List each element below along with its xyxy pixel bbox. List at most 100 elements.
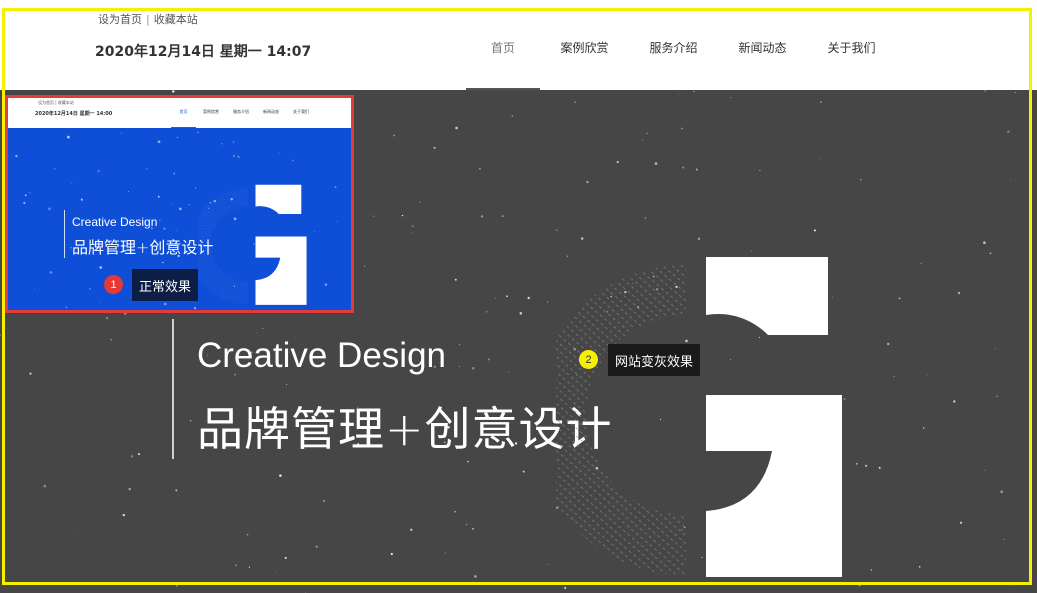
star-dot [887,342,890,346]
star-dot [1007,130,1010,133]
star-dot [279,474,282,477]
star-dot [0,334,1,336]
star-dot [286,383,288,386]
star-dot [172,90,175,93]
star-dot [34,287,35,289]
star-dot [138,453,140,456]
star-dot [480,215,484,218]
annotation-badge-2: 2 [579,350,598,369]
bookmark-link[interactable]: 收藏本站 [154,13,198,26]
star-dot [163,227,166,230]
star-dot [465,523,468,526]
star-dot [695,168,698,171]
star-dot [574,101,576,103]
star-dot [130,455,134,458]
star-dot [171,203,173,204]
annotation-label-gray: 网站变灰效果 [608,344,701,376]
hero-title-en: Creative Design [197,336,446,375]
star-dot [1010,178,1012,180]
annotation-badge-1: 1 [104,275,123,294]
nav-item-home[interactable]: 首页 [466,0,540,90]
star-dot [759,170,761,172]
star-dot [393,134,396,137]
star-dot [813,229,816,232]
star-dot [878,466,881,469]
star-dot [865,464,868,467]
star-dot [1012,584,1014,586]
star-dot [175,489,178,492]
star-dot [454,278,457,281]
star-dot [89,288,91,290]
star-dot [237,155,240,158]
nav-item-news[interactable]: 新闻动态 [718,0,807,90]
star-dot [522,470,525,473]
star-dot [235,564,237,567]
star-dot [693,90,695,93]
star-dot [110,338,112,341]
star-dot [15,154,18,158]
star-dot [508,371,510,373]
star-dot [564,586,567,589]
star-dot [471,367,475,370]
star-dot [926,375,928,377]
star-dot [644,217,647,219]
nav-item-services[interactable]: 服务介绍 [629,0,718,90]
site-header: 设为首页 | 收藏本站 2020年12月14日 星期一 14:07 首页 案例欣赏 … [0,0,1037,90]
star-dot [48,207,51,211]
star-dot [953,400,956,403]
star-dot [23,201,26,205]
star-dot [472,527,475,530]
nav-item-cases[interactable]: 案例欣赏 [540,0,629,90]
star-dot [454,510,456,513]
star-dot [918,566,921,568]
star-dot [984,469,986,471]
star-dot [163,302,167,306]
star-dot [455,126,458,130]
star-dot [680,127,683,130]
star-dot [411,232,413,234]
current-datetime: 2020年12月14日 星期一 14:07 [95,44,312,60]
star-dot [459,344,461,346]
thumb-title-cn: 品牌管理+创意设计 [72,238,214,257]
thumb-nav-news: 新闻动态 [263,109,279,114]
star-dot [29,372,32,375]
star-dot [29,192,31,194]
star-dot [485,310,488,313]
star-dot [751,250,753,252]
star-dot [959,521,963,524]
star-dot [284,556,287,559]
star-dot [1014,92,1016,94]
set-home-link[interactable]: 设为首页 [98,13,142,26]
star-dot [957,291,961,295]
star-dot [506,295,508,298]
star-dot [547,301,549,303]
star-dot [146,167,148,170]
star-dot [53,167,56,170]
star-dot [495,298,497,300]
star-dot [176,136,179,139]
thumb-nav-services: 服务介绍 [233,109,249,114]
star-dot [195,187,197,189]
thumb-nav-cases: 案例欣赏 [203,109,219,114]
thumb-nav-home: 首页 [171,98,196,128]
star-dot [642,139,643,141]
main-nav: 首页 案例欣赏 服务介绍 新闻动态 关于我们 [466,0,896,90]
star-dot [2,581,5,584]
star-dot [79,532,81,534]
star-dot [474,575,477,578]
star-dot [278,152,280,154]
star-dot [122,513,126,517]
star-dot [819,158,821,160]
star-dot [179,207,182,211]
star-dot [501,215,504,217]
star-dot [190,420,192,422]
thumb-nav: 首页 案例欣赏 服务介绍 新闻动态 关于我们 [171,98,316,128]
star-dot [71,182,73,184]
star-dot [24,194,27,197]
star-dot [527,296,530,300]
nav-item-about[interactable]: 关于我们 [807,0,896,90]
star-dot [65,134,67,136]
star-dot [246,533,249,536]
thumb-datetime: 2020年12月14日 星期一 14:00 [35,111,113,117]
star-dot [314,231,316,232]
